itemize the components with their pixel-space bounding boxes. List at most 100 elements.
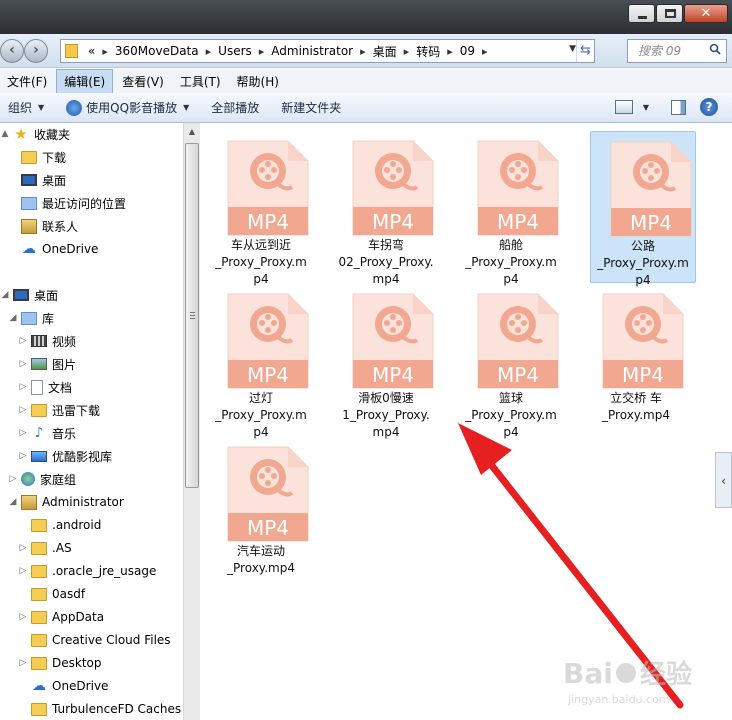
close-button[interactable]: ✕ [684,4,728,23]
preview-pane-icon[interactable] [671,99,686,115]
sidebar-item[interactable]: 下载 [8,146,66,168]
file-name: 汽车运动 _Proxy.mp4 [227,544,295,575]
expand-toggle-icon[interactable]: ▲ [0,129,10,139]
expand-toggle-icon[interactable]: ▷ [18,566,28,576]
breadcrumb-separator-icon[interactable]: ▸ [404,45,410,58]
sidebar-item[interactable]: 桌面 [8,169,66,191]
breadcrumb-item[interactable]: Administrator [271,44,353,58]
change-view-icon[interactable] [614,100,633,114]
menu-item[interactable]: 帮助(H) [230,70,286,93]
sidebar-item[interactable]: TurbulenceFD Caches ( [18,698,183,720]
forward-button[interactable]: › [24,39,48,63]
file-item[interactable]: MP4 过灯 _Proxy_Proxy.m p4 [208,284,314,439]
sidebar-item[interactable]: ◢ 桌面 [0,284,58,306]
expand-toggle-icon[interactable]: ◢ [0,290,10,300]
sidebar-item[interactable]: 最近访问的位置 [8,192,126,214]
sidebar-item[interactable]: ▷ 迅雷下载 [18,399,100,421]
breadcrumb-item[interactable]: 转码 [416,43,440,60]
search-input[interactable]: 搜索 09 [627,39,727,63]
sidebar-item[interactable]: ☁ OneDrive [18,675,108,697]
mp4-file-icon: MP4 [610,141,692,237]
help-icon[interactable]: ? [700,98,718,116]
file-item[interactable]: MP4 车拐弯 02_Proxy_Proxy. mp4 [333,131,439,286]
new-folder-button[interactable]: 新建文件夹 [273,99,355,116]
file-type-badge: MP4 [497,363,539,387]
file-item[interactable]: MP4 汽车运动 _Proxy.mp4 [208,437,314,589]
sidebar-item[interactable]: ▷ 优酷影视库 [18,445,112,467]
command-toolbar: 组织 ▼ 使用QQ影音播放 ▼ 全部播放 新建文件夹 ▼ ? [0,93,732,123]
expand-toggle-icon[interactable]: ◢ [8,497,18,507]
back-button[interactable]: ‹ [0,39,24,63]
file-item[interactable]: MP4 滑板0慢速 1_Proxy_Proxy. mp4 [333,284,439,439]
mp4-file-icon: MP4 [352,293,434,389]
file-item[interactable]: MP4 篮球 _Proxy_Proxy.m p4 [458,284,564,439]
sidebar-item[interactable]: ▷ 图片 [18,353,76,375]
sidebar-item[interactable]: .android [18,514,101,536]
organize-button[interactable]: 组织 ▼ [0,99,58,116]
sidebar-item[interactable]: ▷ 家庭组 [8,468,76,490]
sidebar-item[interactable]: ☁ OneDrive [8,238,98,260]
sidebar-item[interactable]: ▷ ♪ 音乐 [18,422,76,444]
breadcrumb-overflow[interactable]: « [88,44,95,58]
sidebar-item[interactable]: ▷ 文档 [18,376,72,398]
play-with-qq-button[interactable]: 使用QQ影音播放 ▼ [58,99,203,116]
sidebar-item[interactable]: ▲ ★ 收藏夹 [0,123,70,145]
sidebar-item[interactable]: ▷ AppData [18,606,105,628]
file-item[interactable]: MP4 船舱 _Proxy_Proxy.m p4 [458,131,564,286]
breadcrumb-item[interactable]: 桌面 [373,43,397,60]
menu-item[interactable]: 编辑(E) [56,68,114,94]
search-icon[interactable] [709,43,721,55]
file-item[interactable]: MP4 车从远到近 _Proxy_Proxy.m p4 [208,131,314,286]
file-item[interactable]: MP4 立交桥 车 _Proxy.mp4 [583,284,689,436]
expand-toggle-icon[interactable]: ◢ [8,313,18,323]
expand-toggle-icon[interactable]: ▷ [18,359,28,369]
sidebar-item[interactable]: ◢ Administrator [8,491,124,513]
sidebar-item[interactable]: Creative Cloud Files [18,629,171,651]
maximize-button[interactable] [656,4,683,23]
collapse-pane-button[interactable]: ‹ [715,452,732,508]
address-history-dropdown-icon[interactable]: ▼ [569,44,576,54]
sidebar-item[interactable]: ▷ Desktop [18,652,102,674]
sidebar-item[interactable]: ◢ 库 [8,307,54,329]
expand-toggle-icon[interactable]: ▷ [8,474,18,484]
chevron-down-icon[interactable]: ▼ [643,103,649,112]
navigation-scrollbar[interactable]: ▲ [183,123,200,720]
sidebar-item[interactable]: 联系人 [8,215,78,237]
expand-toggle-icon[interactable]: ▷ [18,382,28,392]
sidebar-item[interactable]: ▷ 视频 [18,330,76,352]
scrollbar-thumb[interactable] [185,143,199,488]
minimize-button[interactable] [628,4,655,23]
breadcrumb-item[interactable]: 09 [460,44,475,58]
music-library-icon: ♪ [34,424,44,441]
folder-icon [31,587,47,601]
breadcrumb-separator-icon[interactable]: ▸ [482,45,488,58]
expand-toggle-icon[interactable]: ▷ [18,336,28,346]
menu-item[interactable]: 工具(T) [173,70,228,93]
sidebar-item[interactable]: ▷ .AS [18,537,72,559]
breadcrumb-separator-icon[interactable]: ▸ [447,45,453,58]
expand-toggle-icon[interactable]: ▷ [18,612,28,622]
menu-item[interactable]: 文件(F) [0,70,54,93]
refresh-icon[interactable]: ⇆ [576,40,594,62]
breadcrumb-separator-icon[interactable]: ▸ [259,45,265,58]
expand-toggle-icon[interactable]: ▷ [18,658,28,668]
breadcrumb-item[interactable]: Users [218,44,252,58]
breadcrumb-separator-icon[interactable]: ▸ [360,45,366,58]
sidebar-item[interactable]: 0asdf [18,583,85,605]
expand-toggle-icon[interactable]: ▷ [18,405,28,415]
address-bar[interactable]: « ▸ 360MoveData ▸ Users ▸ Administrator ▸ 桌面 ▸ 转码… [60,39,595,63]
breadcrumb-separator-icon[interactable]: ▸ [206,45,212,58]
file-item[interactable]: MP4 公路 _Proxy_Proxy.m p4 [590,131,696,287]
breadcrumb-item[interactable]: 360MoveData [115,44,199,58]
breadcrumb-separator-icon[interactable]: ▸ [102,45,108,58]
play-all-button[interactable]: 全部播放 [203,99,273,116]
expand-toggle-icon[interactable]: ▷ [18,451,28,461]
expand-toggle-icon[interactable]: ▷ [18,428,28,438]
menu-item[interactable]: 查看(V) [115,70,171,93]
expand-toggle-icon[interactable]: ▷ [18,543,28,553]
scroll-up-icon[interactable]: ▲ [184,123,200,140]
sidebar-item-label: 视频 [52,334,77,349]
sidebar-item-label: 家庭组 [40,472,77,487]
sidebar-item-label: .android [52,518,102,532]
sidebar-item[interactable]: ▷ .oracle_jre_usage [18,560,157,582]
